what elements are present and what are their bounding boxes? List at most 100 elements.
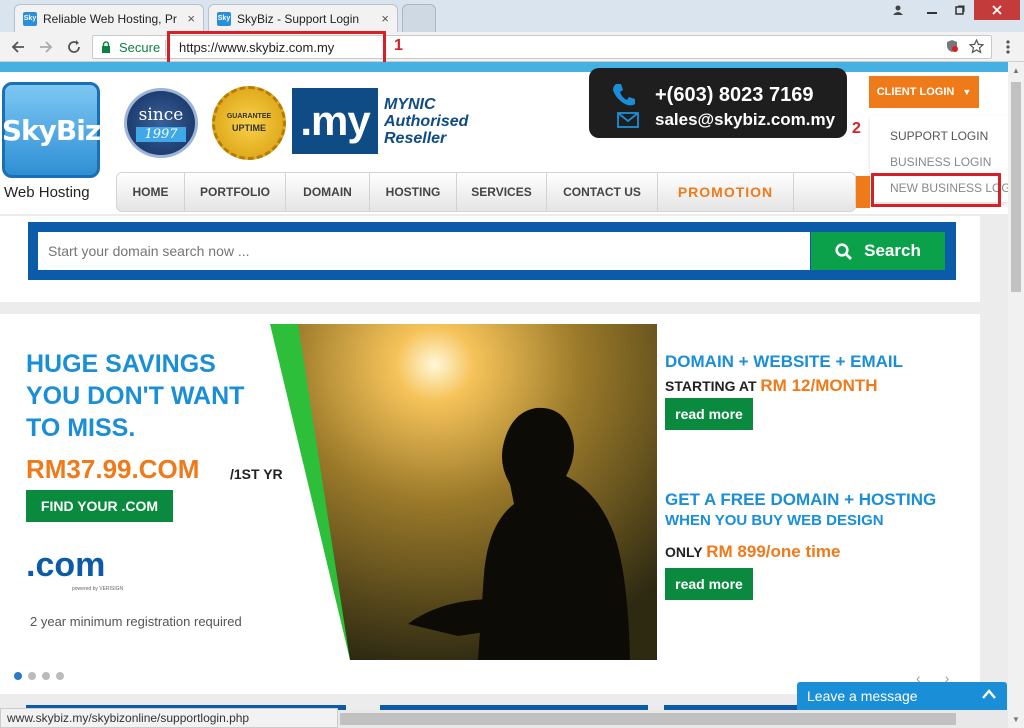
support-login-highlight-box xyxy=(871,173,1001,207)
com-price: RM37.99.COM xyxy=(26,454,200,484)
headline-line: TO MISS. xyxy=(26,414,136,442)
omnibox-divider xyxy=(165,40,166,56)
since-label: since xyxy=(138,104,184,125)
forward-arrow-icon[interactable] xyxy=(36,37,56,57)
offer2-price: RM 899/one time xyxy=(706,542,841,561)
client-login-label: CLIENT LOGIN xyxy=(876,86,955,98)
web-page: SkyBiz Web Hosting since 1997 GUARANTEE … xyxy=(0,62,1008,728)
uptime-guarantee-seal: GUARANTEE UPTIME xyxy=(212,86,286,160)
business-login-link[interactable]: BUSINESS LOGIN xyxy=(890,155,991,169)
guarantee-label: GUARANTEE xyxy=(226,113,272,120)
nav-orange-tab[interactable] xyxy=(856,176,870,208)
star-bookmark-icon[interactable] xyxy=(968,38,985,57)
support-login-link[interactable]: SUPPORT LOGIN xyxy=(890,129,988,143)
skybiz-favicon: Sky xyxy=(23,11,37,26)
nav-services[interactable]: SERVICES xyxy=(457,173,547,211)
top-accent-stripe xyxy=(0,62,1008,72)
mail-icon xyxy=(617,112,639,128)
skybiz-logo[interactable]: SkyBiz xyxy=(1,82,101,178)
slider-dot-2[interactable] xyxy=(28,672,36,680)
domain-search-section: Search xyxy=(0,216,980,302)
slider-dot-4[interactable] xyxy=(56,672,64,680)
nav-domain[interactable]: DOMAIN xyxy=(286,173,370,211)
logo-subtitle: Web Hosting xyxy=(4,184,90,201)
offer2-prefix: ONLY xyxy=(665,544,703,560)
banner-headline: HUGE SAVINGS YOU DON'T WANT TO MISS. xyxy=(26,348,244,444)
skybiz-favicon: Sky xyxy=(217,11,231,26)
minimize-icon[interactable] xyxy=(918,0,946,20)
tab-reliable-web-hosting[interactable]: Sky Reliable Web Hosting, Pr × xyxy=(14,4,204,32)
annotation-marker-1: 1 xyxy=(394,37,403,54)
mynic-line: Reseller xyxy=(384,130,447,147)
my-domain-badge: .my xyxy=(292,88,378,154)
main-nav: HOME PORTFOLIO DOMAIN HOSTING SERVICES C… xyxy=(116,172,856,212)
restore-icon[interactable] xyxy=(946,0,974,20)
read-more-button-2[interactable]: read more xyxy=(665,568,753,600)
client-login-button[interactable]: CLIENT LOGIN ▼ xyxy=(869,76,979,108)
chat-label: Leave a message xyxy=(807,688,918,704)
email-address[interactable]: sales@skybiz.com.my xyxy=(655,110,835,130)
since-badge: since 1997 xyxy=(124,88,198,158)
nav-home[interactable]: HOME xyxy=(117,173,185,211)
since-year: 1997 xyxy=(136,126,186,142)
find-your-com-button[interactable]: FIND YOUR .COM xyxy=(26,490,173,522)
close-icon[interactable]: × xyxy=(187,11,195,26)
slider-dots xyxy=(14,672,64,680)
scrollbar-thumb[interactable] xyxy=(1011,82,1021,292)
phone-number[interactable]: +(603) 8023 7169 xyxy=(655,84,813,107)
domain-search-input[interactable] xyxy=(38,232,810,270)
mynic-line: MYNIC xyxy=(384,96,436,113)
search-panel: Search xyxy=(28,222,956,280)
window-close-icon[interactable] xyxy=(974,0,1020,20)
headline-line: HUGE SAVINGS xyxy=(26,350,216,378)
nav-promotion[interactable]: PROMOTION xyxy=(658,173,794,211)
registration-note: 2 year minimum registration required xyxy=(30,614,242,629)
leave-message-widget[interactable]: Leave a message xyxy=(797,682,1007,712)
lock-icon xyxy=(102,41,110,53)
back-arrow-icon[interactable] xyxy=(8,37,28,57)
offer1-prefix: STARTING AT xyxy=(665,378,757,394)
annotation-marker-2: 2 xyxy=(852,120,861,137)
scrollbar-thumb[interactable] xyxy=(340,713,956,725)
reload-icon[interactable] xyxy=(64,37,84,57)
mynic-reseller-text: MYNIC Authorised Reseller xyxy=(384,96,468,147)
offer1-price-line: STARTING AT RM 12/MONTH xyxy=(665,376,878,396)
promo-banner: HUGE SAVINGS YOU DON'T WANT TO MISS. RM3… xyxy=(0,314,980,694)
tab-support-login[interactable]: Sky SkyBiz - Support Login × xyxy=(208,4,398,32)
tab-title: SkyBiz - Support Login xyxy=(237,11,360,26)
offer1-price: RM 12/MONTH xyxy=(760,376,878,395)
menu-kebab-icon[interactable] xyxy=(998,37,1018,57)
guarantee-sub: UPTIME xyxy=(231,123,266,133)
nav-contact-us[interactable]: CONTACT US xyxy=(547,173,658,211)
nav-portfolio[interactable]: PORTFOLIO xyxy=(185,173,286,211)
caret-down-icon: ▼ xyxy=(962,87,972,97)
scroll-down-icon[interactable]: ▼ xyxy=(1012,715,1020,724)
search-icon xyxy=(835,242,853,260)
site-header: SkyBiz Web Hosting since 1997 GUARANTEE … xyxy=(0,68,1008,214)
scroll-up-icon[interactable]: ▲ xyxy=(1012,66,1020,75)
dotcom-logo: .com xyxy=(26,546,106,584)
offer2-price-line: ONLY RM 899/one time xyxy=(665,542,840,562)
browser-tab-bar: Sky Reliable Web Hosting, Pr × Sky SkyBi… xyxy=(0,0,1024,32)
headline-line: YOU DON'T WANT xyxy=(26,382,245,410)
read-more-button-1[interactable]: read more xyxy=(665,398,753,430)
chevron-up-icon[interactable] xyxy=(981,687,997,703)
user-icon[interactable] xyxy=(886,0,910,20)
search-button[interactable]: Search xyxy=(811,232,945,270)
banner-photo-silhouette xyxy=(298,324,657,660)
shield-blocked-icon[interactable] xyxy=(945,39,959,56)
logo-text: SkyBiz xyxy=(1,113,101,147)
powered-by-verisign: powered by VERISIGN xyxy=(72,586,124,592)
nav-hosting[interactable]: HOSTING xyxy=(370,173,457,211)
tab-title: Reliable Web Hosting, Pr xyxy=(43,11,177,26)
close-icon[interactable]: × xyxy=(381,11,389,26)
browser-toolbar: Secure https://www.skybiz.com.my xyxy=(0,32,1024,62)
slider-dot-3[interactable] xyxy=(42,672,50,680)
contact-box: +(603) 8023 7169 sales@skybiz.com.my xyxy=(589,68,847,138)
offer1-title: DOMAIN + WEBSITE + EMAIL xyxy=(665,352,904,371)
vertical-scrollbar[interactable]: ▲ ▼ xyxy=(1008,62,1024,728)
secure-label: Secure xyxy=(119,40,161,55)
new-tab-button[interactable] xyxy=(402,4,436,32)
slider-dot-1[interactable] xyxy=(14,672,22,680)
horizontal-scrollbar[interactable] xyxy=(338,710,1008,728)
